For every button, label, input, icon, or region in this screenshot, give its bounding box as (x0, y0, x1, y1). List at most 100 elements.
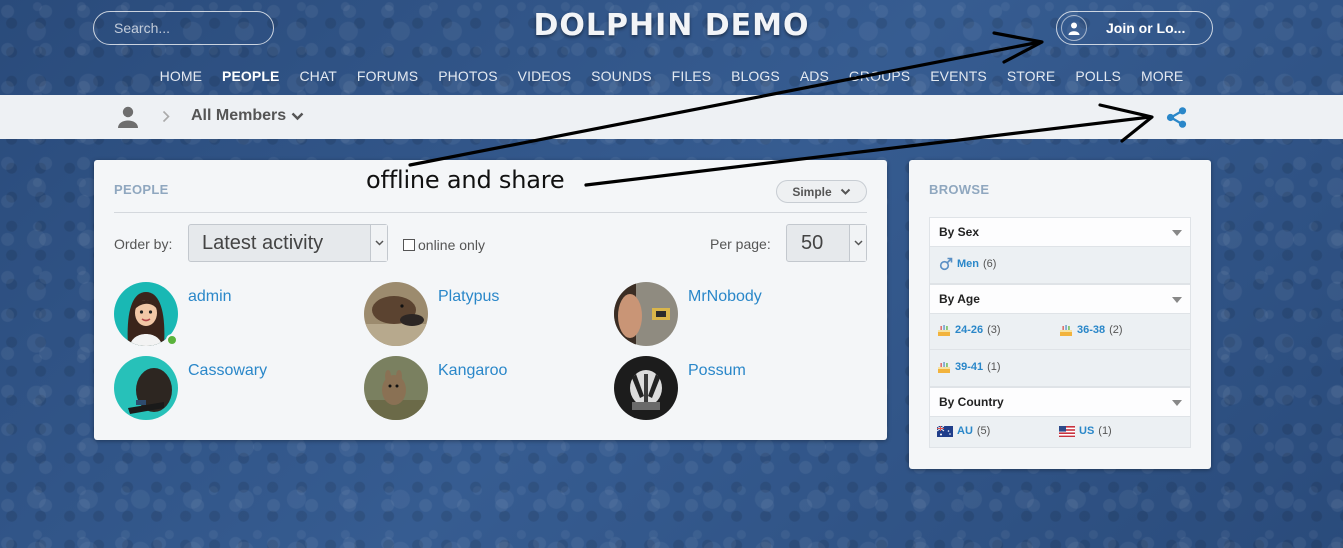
browse-item-label: AU (957, 425, 973, 437)
online-only-checkbox[interactable]: online only (403, 237, 485, 253)
by-sex-title: By Sex (939, 225, 980, 239)
birthday-cake-icon (938, 325, 950, 336)
breadcrumb-title: All Members (191, 107, 287, 124)
breadcrumb-bar: All Members (0, 95, 1343, 139)
by-country-header[interactable]: By Country (929, 387, 1191, 417)
member-avatar[interactable] (614, 356, 678, 420)
browse-item-age-24-26[interactable]: 24-26 (3) (937, 323, 1001, 337)
member-name[interactable]: Possum (688, 362, 746, 420)
member-name[interactable]: Kangaroo (438, 362, 507, 420)
browse-item-age-36-38[interactable]: 36-38 (2) (1059, 323, 1123, 337)
by-sex-header[interactable]: By Sex (929, 217, 1191, 247)
nav-item-store[interactable]: STORE (1007, 68, 1055, 84)
browse-item-label: 39-41 (955, 361, 984, 373)
member-avatar[interactable] (364, 282, 428, 346)
member-card: Possum (614, 356, 746, 420)
browse-panel: BROWSE By Sex Men (6) By Age 24-26 (3) 3… (909, 160, 1211, 469)
checkbox-box[interactable] (403, 239, 415, 251)
member-card: Platypus (364, 282, 499, 346)
view-mode-button[interactable]: Simple (776, 180, 867, 203)
possum-photo-icon (614, 356, 678, 420)
row-divider (930, 349, 1190, 350)
member-avatar[interactable] (114, 356, 178, 420)
order-by-select[interactable]: Latest activity (188, 224, 388, 262)
member-name[interactable]: admin (188, 288, 232, 346)
browse-item-label: 36-38 (1077, 324, 1106, 336)
nav-item-events[interactable]: EVENTS (930, 68, 987, 84)
caret-down-icon (1172, 400, 1182, 406)
nav-item-home[interactable]: HOME (160, 68, 202, 84)
member-name[interactable]: MrNobody (688, 288, 762, 346)
us-flag-icon (1059, 425, 1075, 437)
member-card: Cassowary (114, 356, 267, 420)
browse-item-country-au[interactable]: AU (5) (937, 425, 990, 437)
nav-item-sounds[interactable]: SOUNDS (591, 68, 652, 84)
main-nav: HOME PEOPLE CHAT FORUMS PHOTOS VIDEOS SOUNDS FI… (0, 68, 1343, 84)
nav-item-files[interactable]: FILES (672, 68, 711, 84)
nav-item-more[interactable]: MORE (1141, 68, 1183, 84)
members-user-icon[interactable] (117, 106, 139, 128)
member-avatar[interactable] (364, 356, 428, 420)
view-mode-label: Simple (792, 184, 832, 199)
member-name[interactable]: Platypus (438, 288, 499, 346)
join-or-login-button[interactable]: Join or Lo... (1056, 11, 1213, 45)
select-arrow-icon (849, 225, 866, 261)
order-by-value: Latest activity (202, 231, 324, 254)
browse-item-count: (5) (976, 425, 991, 437)
browse-item-country-us[interactable]: US (1) (1059, 425, 1112, 437)
per-page-select[interactable]: 50 (786, 224, 867, 262)
nav-item-ads[interactable]: ADS (800, 68, 829, 84)
online-only-label: online only (418, 237, 485, 253)
per-page-value: 50 (801, 231, 824, 254)
member-name[interactable]: Cassowary (188, 362, 267, 420)
by-country-title: By Country (939, 395, 1004, 409)
browse-item-label: 24-26 (955, 324, 984, 336)
online-status-dot (166, 334, 178, 346)
nav-item-chat[interactable]: CHAT (299, 68, 336, 84)
nav-item-people[interactable]: PEOPLE (222, 68, 279, 84)
chevron-down-icon (840, 188, 850, 195)
cassowary-photo-icon (114, 356, 178, 420)
chevron-right-icon (162, 110, 170, 123)
browse-item-men[interactable]: Men (6) (939, 257, 996, 271)
member-avatar[interactable] (614, 282, 678, 346)
person-photo-icon (614, 282, 678, 346)
browse-item-count: (1) (987, 361, 1001, 373)
browse-heading: BROWSE (929, 182, 990, 197)
nav-item-polls[interactable]: POLLS (1075, 68, 1121, 84)
by-country-body: AU (5) US (1) (929, 417, 1191, 448)
platypus-photo-icon (364, 282, 428, 346)
birthday-cake-icon (938, 362, 950, 373)
member-card: admin (114, 282, 232, 346)
select-arrow-icon (370, 225, 387, 261)
nav-item-forums[interactable]: FORUMS (357, 68, 418, 84)
breadcrumb-menu[interactable]: All Members (191, 107, 304, 125)
caret-down-icon (1172, 230, 1182, 236)
birthday-cake-icon (1060, 325, 1072, 336)
browse-item-count: (2) (1109, 324, 1123, 336)
order-by-label: Order by: (114, 236, 173, 252)
browse-item-age-39-41[interactable]: 39-41 (1) (937, 360, 1001, 374)
annotation-text: offline and share (366, 166, 565, 194)
by-sex-body: Men (6) (929, 247, 1191, 284)
by-age-header[interactable]: By Age (929, 284, 1191, 314)
join-or-login-label: Join or Lo... (1106, 20, 1186, 36)
browse-item-count: (1) (1098, 425, 1112, 437)
nav-item-photos[interactable]: PHOTOS (438, 68, 497, 84)
per-page-label: Per page: (710, 236, 771, 252)
people-panel: PEOPLE Simple Order by: Latest activity … (94, 160, 887, 440)
share-icon[interactable] (1166, 107, 1187, 128)
nav-item-blogs[interactable]: BLOGS (731, 68, 780, 84)
member-card: Kangaroo (364, 356, 507, 420)
kangaroo-photo-icon (364, 356, 428, 420)
browse-item-label: US (1079, 425, 1095, 437)
by-age-body: 24-26 (3) 36-38 (2) 39-41 (1) (929, 314, 1191, 387)
nav-item-groups[interactable]: GROUPS (849, 68, 910, 84)
member-avatar[interactable] (114, 282, 178, 346)
by-age-title: By Age (939, 292, 980, 306)
male-symbol-icon (939, 257, 953, 271)
member-card: MrNobody (614, 282, 762, 346)
nav-item-videos[interactable]: VIDEOS (518, 68, 572, 84)
user-icon (1061, 15, 1087, 41)
browse-item-label: Men (957, 258, 979, 270)
